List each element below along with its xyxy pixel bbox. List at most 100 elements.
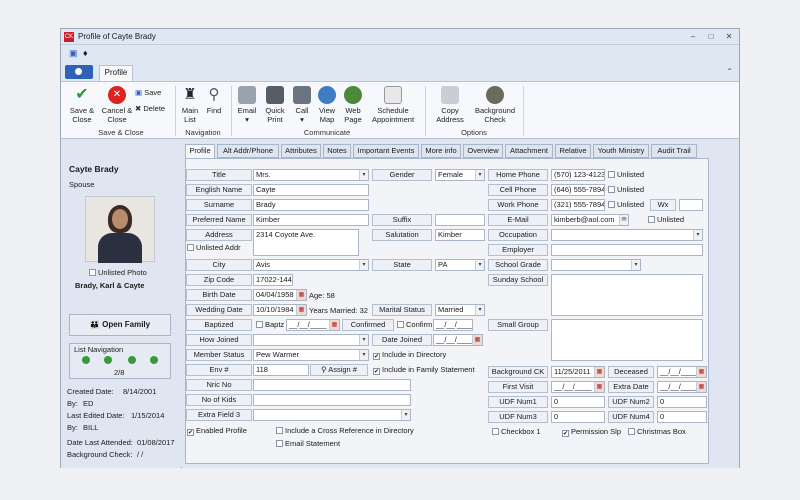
cell-unlisted-checkbox[interactable]: Unlisted xyxy=(608,185,644,195)
chevron-down-icon[interactable]: ▾ xyxy=(631,260,640,270)
birth-date-field[interactable]: 04/04/1958 ▦ xyxy=(253,289,307,301)
person-photo[interactable] xyxy=(85,196,155,263)
gender-select[interactable]: Female ▾ xyxy=(435,169,485,181)
title-select[interactable]: Mrs. ▾ xyxy=(253,169,369,181)
customize-qat-icon[interactable]: ♦ xyxy=(83,48,88,58)
assign-button[interactable]: ⚲ Assign # xyxy=(310,364,368,376)
view-map-button[interactable]: View Map xyxy=(315,86,339,124)
background-ck-field[interactable]: 11/25/2011 ▦ xyxy=(551,366,605,378)
cell-phone-field[interactable]: (646) 555-7894 xyxy=(551,184,605,196)
chevron-down-icon[interactable]: ▾ xyxy=(475,305,484,315)
chevron-down-icon[interactable]: ▾ xyxy=(693,230,702,240)
chevron-down-icon[interactable]: ▾ xyxy=(359,350,368,360)
udf1-field[interactable]: 0 xyxy=(551,396,605,408)
extra3-select[interactable]: ▾ xyxy=(253,409,411,421)
wx-field[interactable] xyxy=(679,199,703,211)
extra-date-field[interactable]: __/__/____ ▦ xyxy=(657,381,707,393)
tab-relative[interactable]: Relative xyxy=(555,144,591,158)
baptized-date-field[interactable]: __/__/____ ▦ xyxy=(286,319,340,331)
wedding-date-field[interactable]: 10/10/1984 ▦ xyxy=(253,304,307,316)
nric-field[interactable] xyxy=(253,379,411,391)
chevron-down-icon[interactable]: ▾ xyxy=(359,260,368,270)
city-select[interactable]: Avis ▾ xyxy=(253,259,369,271)
tab-overview[interactable]: Overview xyxy=(463,144,503,158)
tab-important-events[interactable]: Important Events xyxy=(353,144,419,158)
file-tab[interactable] xyxy=(65,65,93,79)
work-phone-field[interactable]: (321) 555-7894 xyxy=(551,199,605,211)
enabled-profile-checkbox[interactable]: ✔ Enabled Profile xyxy=(187,426,247,436)
email-button[interactable]: Email ▾ xyxy=(235,86,259,124)
save-qat-icon[interactable]: ▣ xyxy=(69,48,78,59)
chevron-down-icon[interactable]: ▾ xyxy=(475,260,484,270)
delete-button[interactable]: ✖ Delete xyxy=(135,104,173,113)
home-unlisted-checkbox[interactable]: Unlisted xyxy=(608,170,644,180)
calendar-icon[interactable]: ▦ xyxy=(594,367,604,377)
include-family-checkbox[interactable]: ✔ Include in Family Statement xyxy=(373,365,475,375)
udf2-field[interactable]: 0 xyxy=(657,396,707,408)
previous-record-icon[interactable] xyxy=(104,356,112,364)
confirmed-checkbox[interactable]: Confirm xyxy=(397,320,432,330)
surname-field[interactable]: Brady xyxy=(253,199,369,211)
address-field[interactable]: 2314 Coyote Ave. xyxy=(253,229,359,256)
calendar-icon[interactable]: ▦ xyxy=(296,290,306,300)
how-joined-select[interactable]: ▾ xyxy=(253,334,369,346)
school-grade-select[interactable]: ▾ xyxy=(551,259,641,271)
udf3-field[interactable]: 0 xyxy=(551,411,605,423)
occupation-select[interactable]: ▾ xyxy=(551,229,703,241)
web-page-button[interactable]: Web Page xyxy=(341,86,365,124)
calendar-icon[interactable]: ▦ xyxy=(594,382,604,392)
suffix-field[interactable] xyxy=(435,214,485,226)
cross-ref-checkbox[interactable]: Include a Cross Reference in Directory xyxy=(276,426,414,436)
send-email-icon[interactable]: ✉ xyxy=(619,215,628,225)
chevron-down-icon[interactable]: ▾ xyxy=(401,410,410,420)
main-list-button[interactable]: ♜ Main List xyxy=(179,86,201,124)
preferred-name-field[interactable]: Kimber xyxy=(253,214,369,226)
email-unlisted-checkbox[interactable]: Unlisted xyxy=(648,215,684,225)
confirmed-date-field[interactable]: __/__/____ xyxy=(433,319,473,331)
email-statement-checkbox[interactable]: Email Statement xyxy=(276,439,340,449)
state-select[interactable]: PA ▾ xyxy=(435,259,485,271)
save-close-button[interactable]: ✔ Save & Close xyxy=(67,86,97,124)
member-status-select[interactable]: Pew Warmer ▾ xyxy=(253,349,369,361)
date-joined-field[interactable]: __/__/____ ▦ xyxy=(433,334,483,346)
unlisted-photo-checkbox[interactable]: Unlisted Photo xyxy=(89,268,147,278)
minimize-icon[interactable]: – xyxy=(687,31,699,43)
english-name-field[interactable]: Cayte xyxy=(253,184,369,196)
open-family-button[interactable]: 👪 Open Family xyxy=(69,314,171,336)
first-record-icon[interactable] xyxy=(82,356,90,364)
first-visit-field[interactable]: __/__/____ ▦ xyxy=(551,381,605,393)
christmas-box-checkbox[interactable]: Christmas Box xyxy=(628,427,686,437)
unlisted-addr-checkbox[interactable]: Unlisted Addr xyxy=(187,243,241,253)
calendar-icon[interactable]: ▦ xyxy=(472,335,482,345)
save-button[interactable]: ▣ Save xyxy=(135,88,169,97)
call-button[interactable]: Call ▾ xyxy=(291,86,313,124)
tab-profile-ribbon[interactable]: Profile xyxy=(99,65,133,81)
schedule-appointment-button[interactable]: Schedule Appointment xyxy=(367,86,419,124)
marital-status-select[interactable]: Married ▾ xyxy=(435,304,485,316)
work-unlisted-checkbox[interactable]: Unlisted xyxy=(608,200,644,210)
close-icon[interactable]: ✕ xyxy=(723,31,735,43)
chevron-down-icon[interactable]: ▾ xyxy=(359,170,368,180)
salutation-field[interactable]: Kimber xyxy=(435,229,485,241)
tab-notes[interactable]: Notes xyxy=(323,144,351,158)
last-record-icon[interactable] xyxy=(150,356,158,364)
chevron-down-icon[interactable]: ▾ xyxy=(359,335,368,345)
kids-field[interactable] xyxy=(253,394,411,406)
calendar-icon[interactable]: ▦ xyxy=(696,382,706,392)
find-button[interactable]: ⚲ Find xyxy=(203,86,225,115)
tab-audit-trail[interactable]: Audit Trail xyxy=(651,144,697,158)
zip-field[interactable]: 17022-1442 xyxy=(253,274,293,286)
tab-attributes[interactable]: Attributes xyxy=(281,144,321,158)
calendar-icon[interactable]: ▦ xyxy=(329,320,339,330)
background-check-button[interactable]: Background Check xyxy=(473,86,517,124)
sunday-school-field[interactable] xyxy=(551,274,703,316)
tab-attachment[interactable]: Attachment xyxy=(505,144,553,158)
calendar-icon[interactable]: ▦ xyxy=(296,305,306,315)
cancel-close-button[interactable]: ✕ Cancel & Close xyxy=(101,86,133,124)
checkbox1[interactable]: Checkbox 1 xyxy=(492,427,541,437)
employer-field[interactable] xyxy=(551,244,703,256)
calendar-icon[interactable]: ▦ xyxy=(696,367,706,377)
small-group-field[interactable] xyxy=(551,319,703,361)
tab-alt-addr-phone[interactable]: Alt Addr/Phone xyxy=(217,144,279,158)
next-record-icon[interactable] xyxy=(128,356,136,364)
